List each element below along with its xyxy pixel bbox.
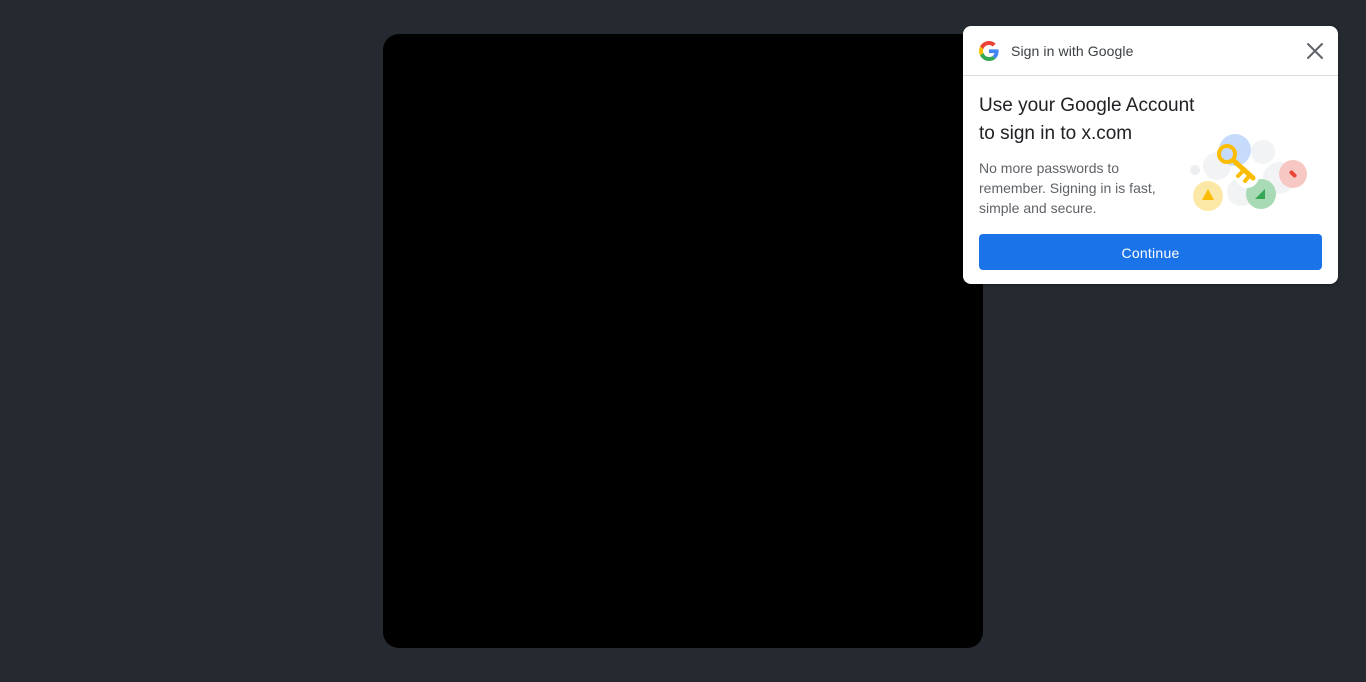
continue-button[interactable]: Continue [979, 234, 1322, 270]
prompt-title-line: to sign in to x.com [979, 123, 1133, 144]
key-illustration [1190, 134, 1307, 211]
prompt-description-line: simple and secure. [979, 200, 1097, 216]
prompt-description-line: No more passwords to [979, 160, 1120, 176]
close-icon [1307, 43, 1323, 59]
prompt-description: No more passwords to remember. Signing i… [979, 158, 1184, 218]
prompt-header-title: Sign in with Google [1011, 43, 1134, 59]
close-button[interactable] [1302, 38, 1328, 64]
prompt-title-line: Use your Google Account [979, 95, 1195, 116]
prompt-title: Use your Google Account to sign in to x.… [979, 92, 1219, 148]
prompt-description-line: remember. Signing in is fast, [979, 180, 1156, 196]
modal-dialog [383, 34, 983, 648]
google-sign-in-prompt: Sign in with Google Use your Google Acco… [963, 26, 1338, 284]
google-g-icon [979, 41, 999, 61]
prompt-header: Sign in with Google [963, 26, 1338, 76]
